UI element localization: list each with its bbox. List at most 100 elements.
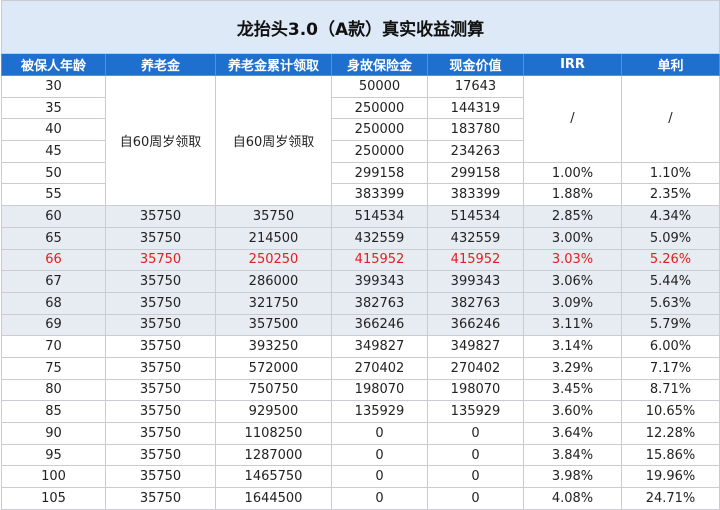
table-row: 66 35750 250250 415952 415952 3.03% 5.26% [1, 248, 720, 272]
cell-death-benefit: 0 [331, 465, 428, 489]
cell-cumulative: 750750 [215, 378, 332, 402]
cell-irr: 3.98% [523, 465, 622, 489]
cell-simple-interest: 10.65% [621, 400, 720, 423]
cell-cash-value: 415952 [427, 248, 524, 272]
table-row: 68 35750 321750 382763 382763 3.09% 5.63% [1, 291, 720, 315]
cell-simple-merged: / [621, 75, 720, 163]
cell-cash-value: 144319 [427, 96, 524, 120]
header-death-benefit: 身故保险金 [331, 53, 428, 76]
cell-pension: 35750 [105, 443, 216, 467]
table-row: 80 35750 750750 198070 198070 3.45% 8.71% [1, 378, 720, 402]
cell-death-benefit: 270402 [331, 356, 428, 380]
cell-death-benefit: 198070 [331, 378, 428, 402]
cell-irr: 3.09% [523, 291, 622, 315]
cell-death-benefit: 0 [331, 487, 428, 510]
returns-table: 龙抬头3.0（A款）真实收益测算 被保人年龄 养老金 养老金累计领取 身故保险金… [1, 0, 720, 510]
cell-death-benefit: 382763 [331, 291, 428, 315]
table-row: 70 35750 393250 349827 349827 3.14% 6.00% [1, 335, 720, 358]
table-row: 100 35750 1465750 0 0 3.98% 19.96% [1, 465, 720, 489]
cell-simple-interest: 2.35% [621, 183, 720, 207]
page-title: 龙抬头3.0（A款）真实收益测算 [1, 0, 720, 54]
cell-simple-interest: 7.17% [621, 356, 720, 380]
header-simple-interest: 单利 [621, 53, 720, 76]
cell-age: 65 [1, 226, 106, 250]
cell-simple-interest: 5.09% [621, 226, 720, 250]
header-age: 被保人年龄 [1, 53, 106, 76]
cell-cash-value: 135929 [427, 400, 524, 423]
cell-age: 75 [1, 356, 106, 380]
table-row: 60 35750 35750 514534 514534 2.85% 4.34% [1, 205, 720, 228]
cell-cumulative: 1465750 [215, 465, 332, 489]
cell-death-benefit: 250000 [331, 96, 428, 120]
cell-irr: 3.06% [523, 270, 622, 293]
cell-cash-value: 0 [427, 443, 524, 467]
cell-irr: 3.00% [523, 226, 622, 250]
cell-cash-value: 234263 [427, 140, 524, 163]
cell-simple-interest: 5.63% [621, 291, 720, 315]
cell-cumulative: 1287000 [215, 443, 332, 467]
cell-death-benefit: 514534 [331, 205, 428, 228]
cell-age: 50 [1, 161, 106, 185]
cell-irr: 2.85% [523, 205, 622, 228]
cell-pension: 35750 [105, 465, 216, 489]
table-row: 90 35750 1108250 0 0 3.64% 12.28% [1, 422, 720, 445]
cell-cash-value: 349827 [427, 335, 524, 358]
cell-pension: 35750 [105, 205, 216, 228]
cell-age: 95 [1, 443, 106, 467]
cell-age: 105 [1, 487, 106, 510]
cell-age: 67 [1, 270, 106, 293]
header-irr: IRR [523, 53, 622, 76]
cell-cash-value: 183780 [427, 118, 524, 142]
cell-cash-value: 514534 [427, 205, 524, 228]
cell-cumulative: 1644500 [215, 487, 332, 510]
cell-simple-interest: 8.71% [621, 378, 720, 402]
cell-age: 30 [1, 75, 106, 98]
table-row: 85 35750 929500 135929 135929 3.60% 10.65% [1, 400, 720, 423]
cell-cash-value: 270402 [427, 356, 524, 380]
cell-cash-value: 0 [427, 487, 524, 510]
cell-age: 100 [1, 465, 106, 489]
cell-death-benefit: 349827 [331, 335, 428, 358]
cell-cumulative: 321750 [215, 291, 332, 315]
cell-simple-interest: 6.00% [621, 335, 720, 358]
cell-irr: 3.64% [523, 422, 622, 445]
cell-cash-value: 0 [427, 422, 524, 445]
cell-cumulative: 286000 [215, 270, 332, 293]
cell-irr: 3.29% [523, 356, 622, 380]
cell-pension: 35750 [105, 335, 216, 358]
cell-cumulative-merged: 自60周岁领取 [215, 74, 332, 207]
cell-simple-interest: 1.10% [621, 161, 720, 185]
cell-death-benefit: 0 [331, 422, 428, 445]
table-container: 龙抬头3.0（A款）真实收益测算 被保人年龄 养老金 养老金累计领取 身故保险金… [1, 0, 720, 510]
cell-death-benefit: 399343 [331, 270, 428, 293]
cell-pension: 35750 [105, 248, 216, 272]
cell-pension: 35750 [105, 400, 216, 423]
cell-pension: 35750 [105, 226, 216, 250]
cell-death-benefit: 366246 [331, 313, 428, 337]
table-row: 75 35750 572000 270402 270402 3.29% 7.17% [1, 356, 720, 380]
cell-cash-value: 399343 [427, 270, 524, 293]
cell-cash-value: 17643 [427, 75, 524, 98]
cell-cumulative: 214500 [215, 226, 332, 250]
cell-age: 60 [1, 205, 106, 228]
cell-cumulative: 35750 [215, 205, 332, 228]
cell-cumulative: 929500 [215, 400, 332, 423]
cell-death-benefit: 415952 [331, 248, 428, 272]
cell-death-benefit: 250000 [331, 118, 428, 142]
cell-age: 90 [1, 422, 106, 445]
cell-simple-interest: 15.86% [621, 443, 720, 467]
table-body: 30 自60周岁领取 自60周岁领取 50000 17643//35 250000 1443… [1, 74, 720, 510]
header-row: 被保人年龄 养老金 养老金累计领取 身故保险金 现金价值 IRR 单利 [1, 53, 720, 76]
cell-age: 55 [1, 183, 106, 207]
header-pension: 养老金 [105, 53, 216, 76]
cell-pension: 35750 [105, 378, 216, 402]
header-cumulative: 养老金累计领取 [215, 53, 332, 76]
table-row: 67 35750 286000 399343 399343 3.06% 5.44% [1, 270, 720, 293]
cell-cumulative: 572000 [215, 356, 332, 380]
cell-irr-merged: / [523, 75, 622, 163]
cell-pension: 35750 [105, 356, 216, 380]
cell-cumulative: 393250 [215, 335, 332, 358]
header-cash-value: 现金价值 [427, 53, 524, 76]
cell-death-benefit: 135929 [331, 400, 428, 423]
cell-cumulative: 1108250 [215, 422, 332, 445]
